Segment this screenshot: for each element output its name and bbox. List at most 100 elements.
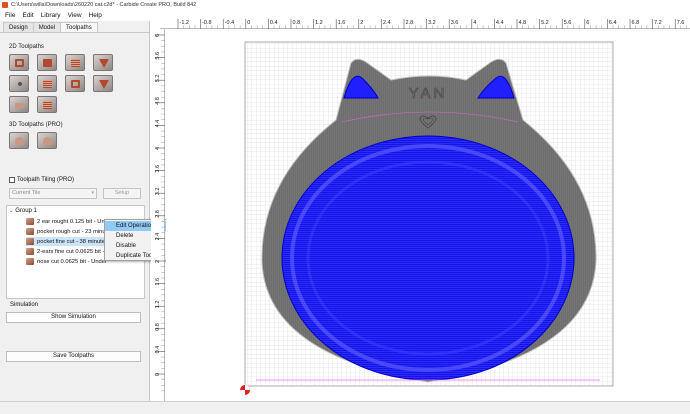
menu-file[interactable]: File — [5, 12, 15, 19]
rough-3d-icon — [15, 137, 24, 145]
rough-3d-button[interactable] — [9, 132, 29, 149]
toolpaths-3d-grid — [9, 132, 113, 149]
toolpath-icon — [26, 258, 34, 265]
finish-3d-button[interactable] — [37, 132, 57, 149]
toolpath-label: nose cut 0.0625 bit - Under — [37, 258, 107, 265]
panel-tabs: Design Model Toolpaths — [3, 22, 98, 32]
ruler-top-label: -0.4 — [225, 20, 234, 26]
advanced-vcarve-button[interactable] — [65, 54, 85, 71]
engrave-toolpath-button[interactable] — [65, 75, 85, 92]
ruler-left-svg: 6 5.6 5.2 4.8 4.4 4 3.6 3.2 2.8 2.4 2 1.6 1.2 0.8 0.4 0 — [155, 34, 165, 392]
pocket-toolpath-button[interactable] — [37, 54, 57, 71]
ruler-top-label: 1.6 — [338, 20, 346, 26]
ruler-left-label: 0.4 — [155, 346, 161, 354]
chevron-down-icon: ▾ — [91, 190, 94, 196]
ruler-top-label: 3.2 — [428, 20, 436, 26]
pocket-icon — [43, 59, 52, 67]
tiling-row: Toolpath Tiling (PRO) — [9, 177, 74, 183]
toolpath-icon — [26, 238, 34, 245]
rounded-toolpath-button[interactable] — [37, 96, 57, 113]
ruler-top-label: 4.8 — [519, 20, 527, 26]
ruler-left-label: 5.6 — [155, 52, 161, 60]
tiling-checkbox[interactable] — [9, 177, 15, 183]
ruler-top-label: 1.2 — [315, 20, 323, 26]
menu-view[interactable]: View — [68, 12, 82, 19]
toolpath-icon — [26, 228, 34, 235]
tile-select[interactable]: Current Tile ▾ — [9, 188, 97, 199]
yan-text: YAN — [409, 85, 448, 102]
toolpaths-2d-grid — [9, 54, 113, 113]
toolpath-label: 2-ears fine cut 0.0625 bit - U — [37, 248, 111, 255]
toolpath-label: pocket rough cut - 23 minutes — [37, 228, 114, 235]
facing-toolpath-button[interactable] — [9, 96, 29, 113]
status-strip — [0, 401, 690, 414]
ruler-top-label: 6 — [586, 20, 589, 26]
ruler-top-label: 0.8 — [293, 20, 301, 26]
ruler-left-label: 4 — [155, 147, 161, 150]
ruler-left-label: 3.6 — [155, 165, 161, 173]
ruler-top-label: 6.4 — [609, 20, 617, 26]
title-bar: C:\Users\willa\Downloads\260220 cat.c2d*… — [0, 0, 690, 10]
tab-divider — [0, 32, 150, 33]
vcarve-toolpath-button[interactable] — [93, 54, 113, 71]
ruler-top-label: 2.4 — [383, 20, 391, 26]
toolpaths-2d-label: 2D Toolpaths — [9, 44, 44, 50]
setup-button[interactable]: Setup — [103, 188, 141, 199]
ruler-top-label: 5.2 — [541, 20, 549, 26]
ruler-top-label: 7.6 — [677, 20, 685, 26]
ruler-top-label: -0.8 — [202, 20, 211, 26]
design-canvas[interactable]: YAN — [166, 30, 690, 401]
ruler-left-label: 4.8 — [155, 97, 161, 105]
toolpath-icon — [26, 218, 34, 225]
left-panel: Design Model Toolpaths 2D Toolpaths 3D T… — [0, 21, 150, 401]
toolpath-icon — [26, 248, 34, 255]
tab-design[interactable]: Design — [3, 22, 34, 32]
ruler-left-label: 2 — [155, 260, 161, 263]
texture-toolpath-button[interactable] — [37, 75, 57, 92]
menu-help[interactable]: Help — [89, 12, 102, 19]
chamfer-toolpath-button[interactable] — [93, 75, 113, 92]
tab-model[interactable]: Model — [32, 22, 62, 32]
ruler-top-label: 0.4 — [270, 20, 278, 26]
finish-3d-icon — [43, 137, 52, 145]
engrave-icon — [71, 80, 80, 88]
save-toolpaths-button[interactable]: Save Toolpaths — [6, 351, 141, 362]
ruler-top-label: 4.4 — [496, 20, 504, 26]
ruler-left-label: 6 — [155, 34, 161, 37]
menu-library[interactable]: Library — [41, 12, 61, 19]
menu-edit[interactable]: Edit — [22, 12, 33, 19]
toolpath-label: pocket fine cut - 38 minutes — [37, 238, 108, 245]
ruler-left-label: 2.8 — [155, 210, 161, 218]
ruler-top-label: -1.2 — [180, 20, 189, 26]
simulation-label: Simulation — [10, 302, 39, 308]
ruler-top: -1.2 -0.8 -0.4 0 0.4 0.8 1.2 1.6 2 2.4 2.8 3.2 3.6 4 4… — [160, 15, 690, 29]
ruler-top-label: 3.6 — [451, 20, 459, 26]
ruler-left-label: 1.2 — [155, 301, 161, 309]
ruler-left-label: 0.8 — [155, 323, 161, 331]
contour-toolpath-button[interactable] — [9, 54, 29, 71]
vcarve-icon — [71, 59, 80, 67]
facing-icon — [15, 103, 24, 108]
ruler-top-label: 0 — [247, 20, 250, 26]
v-bit-icon — [99, 59, 109, 68]
tile-select-value: Current Tile — [12, 190, 41, 196]
origin-marker-icon — [240, 385, 250, 395]
chevron-down-icon[interactable]: ⌄ — [9, 208, 13, 214]
drill-toolpath-button[interactable] — [9, 75, 29, 92]
window-title: C:\Users\willa\Downloads\260220 cat.c2d*… — [11, 2, 197, 8]
tab-toolpaths[interactable]: Toolpaths — [60, 22, 98, 32]
ruler-top-label: 7.2 — [654, 20, 662, 26]
ruler-left-label: 3.2 — [155, 188, 161, 196]
ruler-top-label: 6.8 — [632, 20, 640, 26]
group-label: Group 1 — [15, 208, 37, 214]
ruler-top-label: 2 — [360, 20, 363, 26]
ruler-left-label: 2.4 — [155, 233, 161, 241]
ruler-top-label: 4 — [473, 20, 476, 26]
ruler-left: 6 5.6 5.2 4.8 4.4 4 3.6 3.2 2.8 2.4 2 1.6 1.2 0.8 0.4 0 — [151, 29, 165, 401]
canvas-svg[interactable]: YAN — [166, 30, 690, 401]
ruler-left-label: 4.4 — [155, 120, 161, 128]
rounded-icon — [43, 101, 52, 109]
show-simulation-button[interactable]: Show Simulation — [6, 312, 141, 323]
group-row[interactable]: ⌄ Group 1 — [9, 208, 37, 214]
app-icon — [2, 2, 8, 8]
